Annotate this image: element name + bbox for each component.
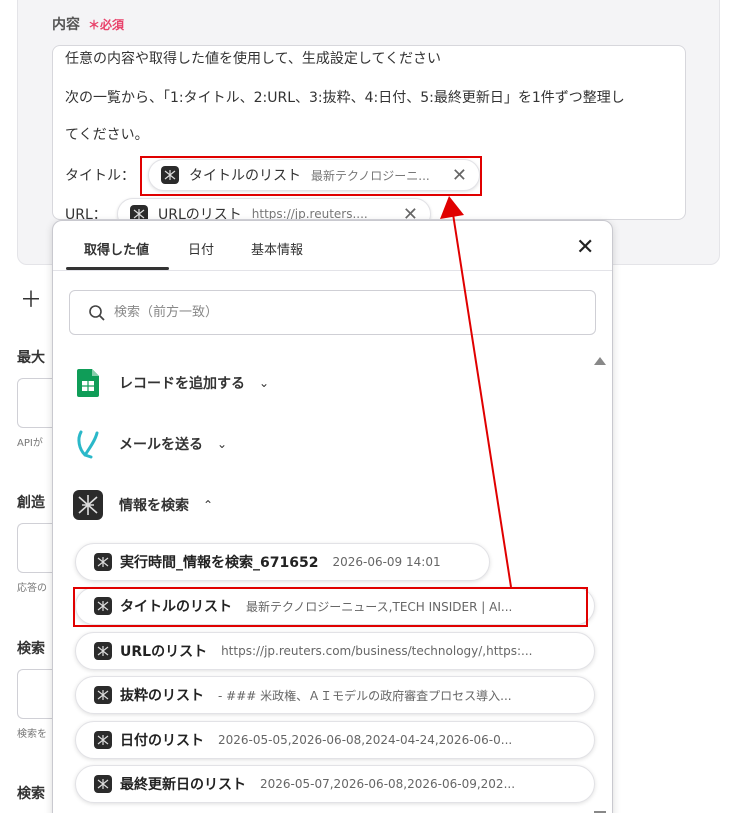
editor-line: 次の一覧から、「1:タイトル、2:URL、3:抜粋、4:日付、5:最終更新日」を… [65, 90, 625, 106]
left-label-creativity: 創造 [17, 495, 45, 511]
url-list-chip[interactable]: URLのリスト https://jp.reuters.... ✕ [117, 198, 431, 220]
left-hint-answer: 応答の [17, 583, 47, 594]
chevron-down-icon: ⌄ [217, 437, 228, 451]
search-box [69, 290, 596, 335]
chevron-down-icon: ⌄ [259, 376, 270, 390]
add-icon[interactable]: ＋ [20, 282, 42, 314]
section-add-record[interactable]: レコードを追加する ⌄ [73, 368, 269, 398]
item-label: 抜粋のリスト [120, 688, 204, 704]
item-label: 最終更新日のリスト [120, 777, 246, 793]
section-send-mail[interactable]: メールを送る ⌄ [73, 429, 227, 459]
item-label: 日付のリスト [120, 733, 204, 749]
content-editor[interactable]: 任意の内容や取得した値を使用して、生成設定してください 次の一覧から、「1:タイ… [52, 45, 686, 220]
chevron-up-icon: ⌃ [203, 498, 214, 512]
item-value: 2026-05-07,2026-06-08,2026-06-09,202... [260, 777, 516, 791]
tab-basic-info[interactable]: 基本情報 [251, 239, 303, 258]
left-input-search[interactable] [17, 669, 57, 719]
list-item[interactable]: 実行時間_情報を検索_671652 2026-06-09 14:01 [75, 543, 490, 581]
item-value: 2026-05-05,2026-06-08,2024-04-24,2026-06… [218, 733, 513, 747]
list-item[interactable]: URLのリスト https://jp.reuters.com/business/… [75, 632, 595, 670]
section-title: レコードを追加する [119, 376, 245, 392]
item-label: タイトルのリスト [120, 599, 232, 615]
app-icon [161, 166, 179, 184]
value-picker-panel: 取得した値 日付 基本情報 ✕ レコードを追加する ⌄ メールを送る ⌄ 情報を… [52, 220, 613, 813]
editor-line: てください。 [65, 127, 149, 143]
app-icon [94, 775, 112, 793]
remove-chip-icon[interactable]: ✕ [452, 165, 467, 186]
tab-divider [53, 270, 612, 271]
app-icon [94, 553, 112, 571]
app-icon [94, 731, 112, 749]
left-label-search: 検索 [17, 641, 45, 657]
left-input-creativity[interactable] [17, 523, 57, 573]
url-prefix: URL： [65, 207, 107, 220]
chip-label: URLのリスト [158, 207, 242, 220]
section-title: 情報を検索 [119, 498, 189, 514]
title-list-chip[interactable]: タイトルのリスト 最新テクノロジーニ... ✕ [148, 159, 480, 191]
item-value: 2026-06-09 14:01 [332, 555, 441, 569]
app-icon [94, 686, 112, 704]
item-label: 実行時間_情報を検索_671652 [120, 555, 319, 571]
item-label: URLのリスト [120, 644, 208, 660]
chip-value: 最新テクノロジーニ... [311, 168, 430, 183]
left-label-max: 最大 [17, 350, 45, 366]
chip-label: タイトルのリスト [189, 168, 301, 184]
mail-icon [73, 429, 103, 459]
list-item[interactable]: 最終更新日のリスト 2026-05-07,2026-06-08,2026-06-… [75, 765, 595, 803]
app-icon [73, 490, 103, 520]
tab-date[interactable]: 日付 [188, 239, 214, 258]
section-search-info[interactable]: 情報を検索 ⌃ [73, 490, 213, 520]
title-prefix: タイトル： [65, 168, 135, 184]
remove-chip-icon[interactable]: ✕ [403, 204, 418, 220]
left-hint-search: 検索を [17, 729, 47, 740]
list-item-title-list[interactable]: タイトルのリスト 最新テクノロジーニュース,TECH INSIDER | AI.… [75, 587, 595, 625]
tab-acquired-values[interactable]: 取得した値 [84, 239, 149, 258]
scroll-up-arrow[interactable] [594, 357, 606, 365]
app-icon [94, 597, 112, 615]
chip-value: https://jp.reuters.... [251, 207, 368, 220]
left-hint-api: APIが [17, 438, 43, 449]
sheets-icon [73, 368, 103, 398]
editor-line: 任意の内容や取得した値を使用して、生成設定してください [65, 51, 442, 67]
app-icon [130, 205, 148, 219]
item-value: https://jp.reuters.com/business/technolo… [221, 644, 533, 658]
list-item[interactable]: 抜粋のリスト - ### 米政権、ＡＩモデルの政府審査プロセス導入... [75, 676, 595, 714]
required-badge: ＊必須 [88, 18, 125, 32]
app-icon [94, 642, 112, 660]
close-icon[interactable]: ✕ [576, 235, 594, 260]
list-item[interactable]: 日付のリスト 2026-05-05,2026-06-08,2024-04-24,… [75, 721, 595, 759]
search-icon [89, 304, 105, 321]
section-title: メールを送る [119, 437, 203, 453]
field-label: 内容 [52, 17, 80, 33]
item-value: - ### 米政権、ＡＩモデルの政府審査プロセス導入... [218, 688, 512, 703]
item-value: 最新テクノロジーニュース,TECH INSIDER | AI... [246, 599, 513, 614]
left-label-search2: 検索 [17, 786, 45, 802]
left-input-max[interactable] [17, 378, 57, 428]
search-input[interactable] [114, 305, 534, 320]
